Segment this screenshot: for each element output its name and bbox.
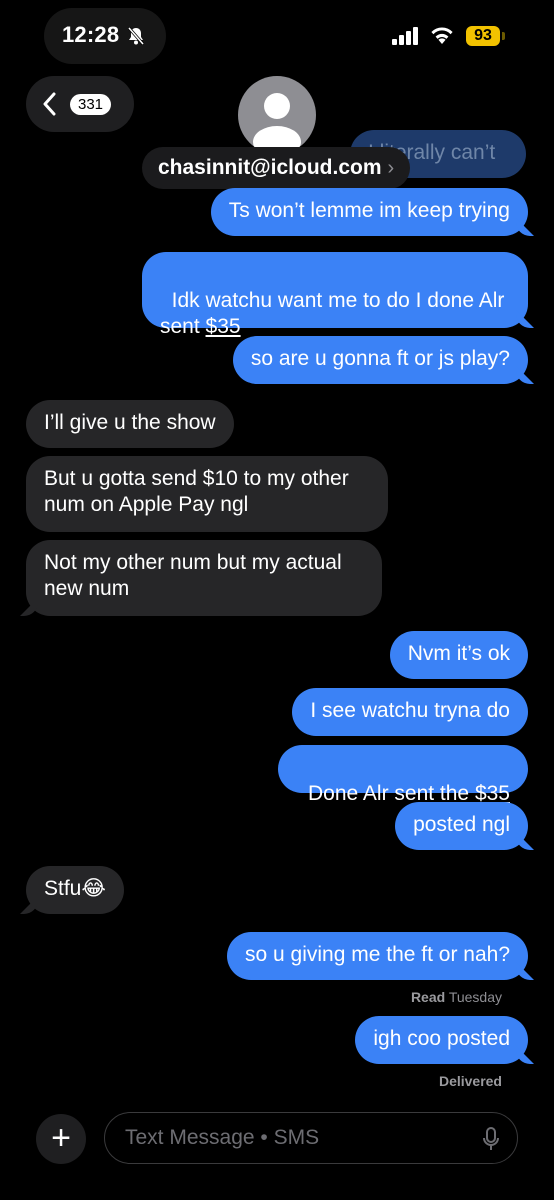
- message-bubble-outgoing[interactable]: Nvm it’s ok: [389, 631, 528, 679]
- add-attachment-button[interactable]: +: [36, 1114, 86, 1164]
- back-button[interactable]: 331: [26, 76, 134, 132]
- read-day: Tuesday: [448, 989, 502, 1005]
- delivered-receipt: Delivered: [439, 1073, 502, 1089]
- read-label: Read: [410, 989, 446, 1005]
- delivered-label: Delivered: [438, 1073, 502, 1089]
- microphone-icon[interactable]: [483, 1127, 499, 1151]
- wifi-icon: [431, 27, 453, 44]
- message-bubble-outgoing[interactable]: Idk watchu want me to do I done Alr sent…: [142, 252, 528, 338]
- message-bubble-outgoing[interactable]: Ts won’t lemme im keep trying: [210, 188, 528, 236]
- unread-count-badge: 331: [70, 93, 112, 115]
- message-bubble-incoming[interactable]: Stfu😂: [26, 866, 124, 914]
- message-bubble-incoming[interactable]: I’ll give u the show: [26, 400, 234, 448]
- message-bubble-incoming[interactable]: But u gotta send $10 to my other num on …: [26, 456, 388, 532]
- message-bubble-outgoing[interactable]: igh coo posted: [355, 1016, 528, 1064]
- battery-tip: [502, 32, 505, 40]
- message-bubble-outgoing[interactable]: Done Alr sent the $35: [278, 745, 528, 805]
- message-bubble-outgoing[interactable]: I see watchu tryna do: [292, 688, 528, 736]
- read-receipt: Read Tuesday: [411, 989, 502, 1005]
- message-bubble-outgoing[interactable]: posted ngl: [395, 802, 528, 850]
- chevron-left-icon: [43, 92, 56, 116]
- silent-bell-icon: [127, 27, 145, 45]
- message-input-placeholder: Text Message • SMS: [125, 1126, 320, 1149]
- chevron-right-icon: ›: [387, 156, 395, 179]
- message-bubble-outgoing[interactable]: so u giving me the ft or nah?: [227, 932, 528, 980]
- payment-link[interactable]: $35: [206, 315, 241, 338]
- person-icon: [253, 93, 301, 154]
- status-time: 12:28: [62, 22, 120, 47]
- message-bubble-incoming[interactable]: Not my other num but my actual new num: [26, 540, 382, 616]
- contact-name-pill[interactable]: chasinnit@icloud.com ›: [142, 147, 410, 189]
- contact-name: chasinnit@icloud.com: [158, 156, 382, 179]
- cellular-signal-icon: [392, 27, 418, 45]
- message-bubble-outgoing[interactable]: so are u gonna ft or js play?: [232, 336, 528, 384]
- message-input[interactable]: Text Message • SMS: [104, 1112, 518, 1164]
- battery-indicator: 93: [466, 26, 500, 46]
- contact-avatar[interactable]: [238, 76, 316, 154]
